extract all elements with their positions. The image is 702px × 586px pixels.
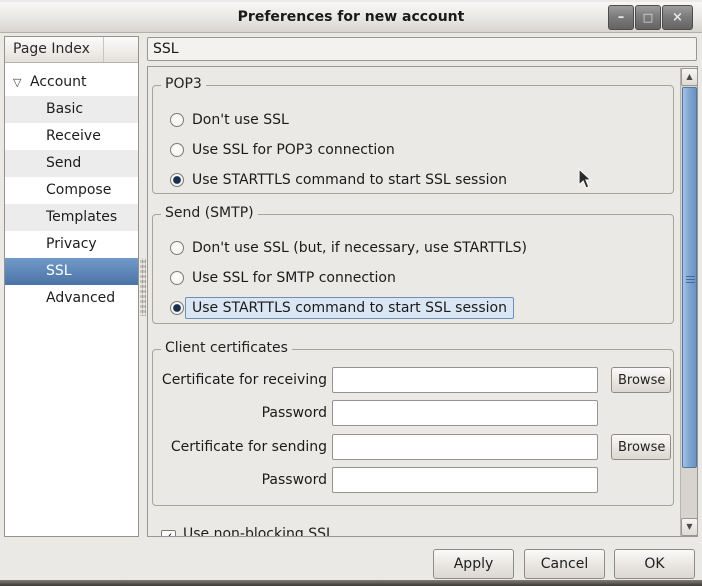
- radio-unchecked-icon[interactable]: [170, 143, 184, 157]
- radio-label: Don't use SSL: [192, 112, 289, 128]
- pop3-group: POP3 Don't use SSL Use SSL for POP3 conn…: [152, 85, 674, 194]
- radio-checked-icon[interactable]: [170, 301, 184, 315]
- tree-item-label: SSL: [46, 258, 72, 285]
- radio-checked-icon[interactable]: [170, 173, 184, 187]
- scrollbar-grip-icon: [686, 276, 695, 284]
- scroll-down-icon: ▼: [686, 522, 692, 531]
- pop3-group-legend: POP3: [161, 76, 206, 92]
- sidebar-item-compose[interactable]: Compose: [5, 177, 138, 204]
- checkbox-label: Use non-blocking SSL: [183, 526, 334, 537]
- radio-label: Use SSL for POP3 connection: [192, 142, 395, 158]
- sidebar-item-account[interactable]: ▽ Account: [5, 69, 138, 96]
- cert-receiving-label: Certificate for receiving: [157, 367, 327, 393]
- scroll-up-icon: ▲: [686, 72, 692, 81]
- sidebar-item-templates[interactable]: Templates: [5, 204, 138, 231]
- radio-unchecked-icon[interactable]: [170, 241, 184, 255]
- minimize-icon: –: [618, 10, 625, 25]
- radio-label: Use SSL for SMTP connection: [192, 270, 396, 286]
- radio-unchecked-icon[interactable]: [170, 271, 184, 285]
- page-index-header[interactable]: Page Index: [5, 37, 138, 63]
- radio-unchecked-icon[interactable]: [170, 113, 184, 127]
- password-sending-row: Password: [153, 467, 675, 495]
- sidebar-item-privacy[interactable]: Privacy: [5, 231, 138, 258]
- tree-item-label: Advanced: [46, 285, 115, 312]
- sidebar-item-basic[interactable]: Basic: [5, 96, 138, 123]
- certificate-for-receiving-input[interactable]: [332, 367, 598, 393]
- tree-item-label: Send: [46, 150, 81, 177]
- browse-sending-button[interactable]: Browse: [611, 434, 671, 460]
- sidebar-item-send[interactable]: Send: [5, 150, 138, 177]
- radio-label: Don't use SSL (but, if necessary, use ST…: [192, 240, 527, 256]
- radio-label: Use STARTTLS command to start SSL sessio…: [192, 172, 507, 188]
- use-nonblocking-ssl-row[interactable]: ✓ Use non-blocking SSL: [161, 525, 334, 537]
- ssl-settings-panel: POP3 Don't use SSL Use SSL for POP3 conn…: [147, 66, 698, 537]
- certs-group-legend: Client certificates: [161, 340, 292, 356]
- cancel-button[interactable]: Cancel: [524, 549, 605, 579]
- radio-smtp-dont-use-ssl[interactable]: Don't use SSL (but, if necessary, use ST…: [170, 238, 527, 260]
- scrollbar-thumb[interactable]: [682, 87, 697, 468]
- page-title: SSL: [147, 37, 697, 61]
- vertical-scrollbar[interactable]: ▲ ▼: [680, 68, 697, 536]
- cert-sending-label: Certificate for sending: [157, 434, 327, 460]
- smtp-group-legend: Send (SMTP): [161, 205, 258, 221]
- page-title-label: SSL: [153, 41, 179, 57]
- radio-smtp-use-ssl[interactable]: Use SSL for SMTP connection: [170, 268, 396, 290]
- password-sending-input[interactable]: [332, 467, 598, 493]
- password-receiving-label: Password: [157, 400, 327, 426]
- pane-splitter[interactable]: [140, 258, 146, 316]
- radio-pop3-dont-use-ssl[interactable]: Don't use SSL: [170, 110, 289, 132]
- maximize-button[interactable]: □: [635, 5, 661, 30]
- expander-icon[interactable]: ▽: [13, 69, 21, 96]
- smtp-group: Send (SMTP) Don't use SSL (but, if neces…: [152, 214, 674, 324]
- tree-item-label: Templates: [46, 204, 117, 231]
- page-index-panel: Page Index ▽ Account Basic Receive Send …: [4, 36, 139, 537]
- certificate-for-sending-input[interactable]: [332, 434, 598, 460]
- check-icon: ✓: [163, 530, 173, 537]
- maximize-icon: □: [643, 11, 653, 24]
- sidebar-item-ssl[interactable]: SSL: [5, 258, 138, 285]
- tree-item-label: Receive: [46, 123, 101, 150]
- apply-button[interactable]: Apply: [433, 549, 514, 579]
- sidebar-item-advanced[interactable]: Advanced: [5, 285, 138, 312]
- scroll-down-button[interactable]: ▼: [681, 518, 698, 536]
- ok-button[interactable]: OK: [614, 549, 695, 579]
- mouse-cursor: [578, 168, 593, 190]
- password-receiving-input[interactable]: [332, 400, 598, 426]
- window-bottom-edge: [0, 580, 702, 586]
- scroll-up-button[interactable]: ▲: [681, 68, 698, 86]
- radio-smtp-starttls[interactable]: Use STARTTLS command to start SSL sessio…: [170, 298, 514, 320]
- tree-item-label: Basic: [46, 96, 83, 123]
- client-certificates-group: Client certificates Certificate for rece…: [152, 349, 674, 506]
- tree-item-label: Compose: [46, 177, 111, 204]
- browse-receiving-button[interactable]: Browse: [611, 367, 671, 393]
- password-receiving-row: Password: [153, 400, 675, 428]
- minimize-button[interactable]: –: [608, 5, 634, 30]
- password-sending-label: Password: [157, 467, 327, 493]
- titlebar[interactable]: Preferences for new account – □ ×: [0, 0, 702, 33]
- radio-pop3-use-ssl[interactable]: Use SSL for POP3 connection: [170, 140, 395, 162]
- window-title: Preferences for new account: [0, 2, 702, 33]
- preferences-window: Preferences for new account – □ × Page I…: [0, 0, 702, 586]
- radio-pop3-starttls[interactable]: Use STARTTLS command to start SSL sessio…: [170, 170, 507, 192]
- cert-sending-row: Certificate for sending Browse: [153, 434, 675, 462]
- close-icon: ×: [672, 10, 683, 25]
- page-index-header-label: Page Index: [13, 41, 90, 57]
- cert-receiving-row: Certificate for receiving Browse: [153, 367, 675, 395]
- sidebar-item-receive[interactable]: Receive: [5, 123, 138, 150]
- close-icon-button[interactable]: ×: [662, 5, 693, 30]
- tree-item-label: Privacy: [46, 231, 97, 258]
- radio-label-focused: Use STARTTLS command to start SSL sessio…: [185, 297, 514, 319]
- tree-item-label: Account: [30, 69, 87, 96]
- checkbox-checked-icon[interactable]: ✓: [161, 530, 176, 537]
